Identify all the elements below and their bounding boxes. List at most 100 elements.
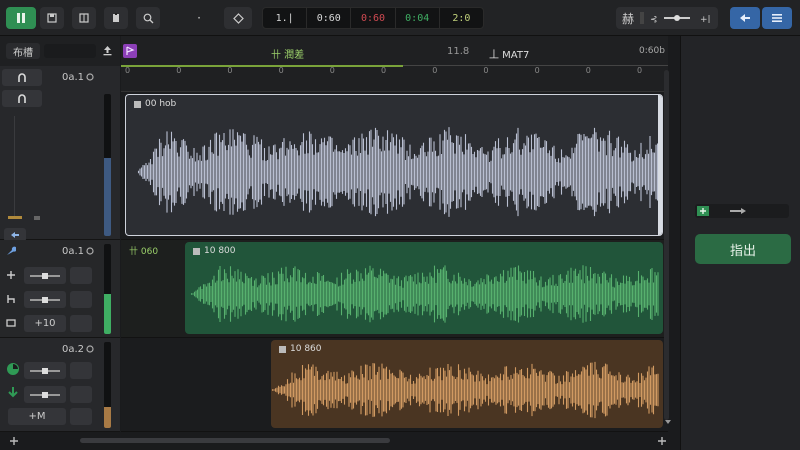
marker-end: 0:60b [639,46,665,56]
track3-slot-a[interactable] [70,362,92,379]
panel-title: 布槽 [6,43,40,59]
audio-clip-1[interactable]: 00 hob [125,94,663,236]
track1-magnet-button[interactable] [2,69,42,86]
track3-monitor-button[interactable]: +M [8,408,66,425]
playhead-flag[interactable] [123,44,137,58]
h-icon[interactable] [6,294,16,304]
routing-add-button[interactable] [697,206,709,216]
volume-slider-icon[interactable]: ⊰ +| [650,13,710,23]
vertical-scrollbar[interactable] [664,70,669,420]
loop-region[interactable] [121,65,403,67]
track1-magnet2-button[interactable] [2,90,42,107]
clip3-waveform [271,361,659,419]
counter-record: 0:60 [351,8,396,28]
top-toolbar: · 1.| 0:60 0:60 0:04 2:0 赫 ⊰ +| [0,0,800,36]
time-ruler[interactable]: 卄 潤差 11.8 丄 MAT7 0:60b 0 0 0 0 0 0 0 0 0 0 0 [121,36,668,92]
ruler-tick-label: 0 [329,66,335,75]
track2-pan-slider[interactable] [24,267,66,284]
bottom-bar [0,432,680,450]
save-button[interactable] [40,7,64,29]
svg-text:+|: +| [700,15,710,23]
track2-level-meter [104,244,111,334]
ruler-tick-label: 0 [432,66,438,75]
divider-dot: · [197,11,201,25]
track3-level-meter [104,342,111,428]
ruler-tick-label: 0 [176,66,182,75]
ruler-tick-label: 0 [278,66,284,75]
track-header-3: 0a.2 +M [0,338,120,432]
counter-bars: 1.| [263,8,308,28]
save-icon [47,13,57,23]
left-panel-header: 布槽 [0,36,120,66]
track3-pan-slider[interactable] [24,362,66,379]
time-counter: 1.| 0:60 0:60 0:04 2:0 [262,7,484,29]
track2-volume-slider[interactable] [24,291,66,308]
arrow-left-icon [11,232,19,238]
track3-slot-c[interactable] [70,408,92,425]
track1-settings-icon[interactable] [86,73,94,81]
slider-icon [30,296,60,303]
slider-icon [30,272,60,279]
upload-icon[interactable] [102,45,113,56]
track-lane-1[interactable]: 00 hob [121,92,668,240]
panel-search-field[interactable] [44,44,96,58]
track-lane-2[interactable]: 卄 060 10 800 [121,240,668,338]
track1-fader-handle[interactable] [8,216,22,219]
track2-slot-b[interactable] [70,291,92,308]
clip1-waveform [137,127,660,217]
clip-button[interactable] [104,7,128,29]
add-track-icon[interactable] [8,435,20,447]
track3-slot-b[interactable] [70,386,92,403]
zoom-icon[interactable] [656,435,668,447]
inspector-routing[interactable] [695,204,789,218]
export-button[interactable]: 指出 [695,234,791,264]
slider-icon [30,367,60,374]
ruler-tick-label: 0 [381,66,387,75]
track2-slot-a[interactable] [70,267,92,284]
cross-icon[interactable] [6,270,16,280]
audio-clip-2[interactable]: 10 800 [185,242,663,334]
grid-button[interactable] [72,7,96,29]
menu-icon [772,14,782,22]
marker-left[interactable]: 卄 潤差 [271,46,304,61]
marker-button[interactable] [224,7,252,29]
back-button[interactable] [730,7,760,29]
marker-right[interactable]: 丄 MAT7 [489,46,529,61]
volume-control[interactable]: 赫 ⊰ +| [616,7,718,29]
track1-fader-mark [34,216,40,220]
box-icon[interactable] [6,318,16,328]
ruler-tick-label: 0 [637,66,643,75]
pause-icon [17,13,25,23]
counter-seconds: 0:60 [307,8,352,28]
pause-button[interactable] [6,7,36,29]
timeline-area[interactable]: 卄 潤差 11.8 丄 MAT7 0:60b 0 0 0 0 0 0 0 0 0 0 0 00 ho… [121,36,668,432]
horizontal-scrollbar[interactable] [80,438,390,443]
lane2-marker: 卄 060 [129,247,159,257]
ruler-tick-label: 0 [534,66,540,75]
clip1-trim-handle[interactable] [658,95,662,235]
scroll-down-icon[interactable] [664,418,672,426]
track3-volume-slider[interactable] [24,386,66,403]
track2-label: 0a.1 [62,246,85,257]
menu-button[interactable] [762,7,792,29]
track2-gain-button[interactable]: +10 [24,315,66,332]
ruler-tick-label: 0 [125,66,131,75]
track-header-2: 0a.1 +10 [0,240,120,338]
track2-slot-c[interactable] [70,315,92,332]
download-icon[interactable] [6,386,20,400]
search-button[interactable] [136,7,160,29]
marker-mid: 11.8 [447,46,470,57]
audio-clip-3[interactable]: 10 860 [271,340,663,428]
track3-settings-icon[interactable] [86,345,94,353]
volume-label: 赫 [622,11,635,26]
track2-settings-icon[interactable] [86,247,94,255]
record-icon[interactable] [6,362,20,376]
wrench-icon[interactable] [6,246,16,256]
track-lane-3[interactable]: 10 860 [121,338,668,432]
waveform-path [271,361,659,419]
ruler-tick-label: 0 [227,66,233,75]
magnet-icon [18,93,26,103]
clip2-waveform [190,265,659,323]
track-header-panel: 布槽 0a.1 0a.1 +10 0a.2 +M [0,36,120,432]
track1-meter-fill [104,157,111,236]
